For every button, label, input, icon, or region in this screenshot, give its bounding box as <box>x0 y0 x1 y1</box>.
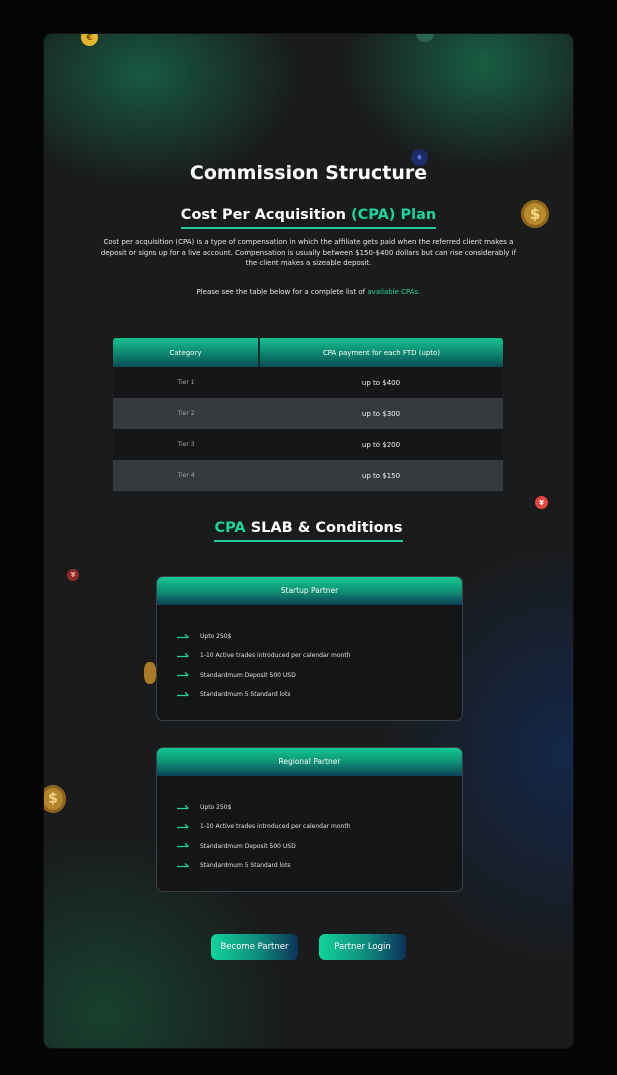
arrow-right-icon <box>177 804 189 809</box>
arrow-right-icon <box>177 862 189 867</box>
condition-text: 1-10 Active trades introduced per calend… <box>200 823 351 831</box>
table-row: Tier 1 up to $400 <box>113 367 503 398</box>
payment-cell: up to $400 <box>259 367 503 398</box>
list-item: Upto 250$ <box>177 627 351 646</box>
arrow-right-icon <box>177 823 189 829</box>
column-header-category: Category <box>113 338 260 367</box>
yen-coin-icon: ¥ <box>535 496 548 509</box>
list-item: Standardmum 5 Standard lots <box>177 856 351 875</box>
column-header-payment: CPA payment for each FTD (upto) <box>259 338 503 367</box>
tier-cell: Tier 3 <box>113 429 259 460</box>
condition-text: Standardmum 5 Standard lots <box>200 691 291 699</box>
slab-heading-main: SLAB & Conditions <box>250 520 403 536</box>
commission-panel: € ♦ $ ¥ ¥ $ Commission Structure Cost Pe… <box>44 34 573 1048</box>
condition-list: Upto 250$ 1-10 Active trades introduced … <box>177 627 351 704</box>
table-note-text: Please see the table below for a complet… <box>196 288 366 296</box>
teal-coin-icon <box>416 34 434 42</box>
arrow-right-icon <box>177 843 189 848</box>
table-header-row: Category CPA payment for each FTD (upto) <box>113 338 503 367</box>
card-title: Startup Partner <box>157 577 462 605</box>
become-partner-button[interactable]: Become Partner <box>211 934 298 960</box>
partner-login-button[interactable]: Partner Login <box>319 934 406 960</box>
condition-text: Standardmum Deposit 500 USD <box>200 671 296 679</box>
startup-partner-card: Startup Partner Upto 250$ 1-10 Active tr… <box>156 576 463 721</box>
table-row: Tier 2 up to $300 <box>113 398 503 429</box>
page-title: Commission Structure <box>189 162 428 184</box>
table-row: Tier 3 up to $200 <box>113 429 503 460</box>
condition-text: Upto 250$ <box>200 633 232 641</box>
payment-cell: up to $150 <box>259 460 503 491</box>
condition-text: Standardmum 5 Standard lots <box>200 862 291 870</box>
arrow-right-icon <box>177 652 189 658</box>
arrow-right-icon <box>177 672 189 677</box>
list-item: Standardmum Deposit 500 USD <box>177 666 351 685</box>
available-cpas-link[interactable]: available CPAs. <box>367 288 420 296</box>
condition-text: 1-10 Active trades introduced per calend… <box>200 652 351 660</box>
table-note: Please see the table below for a complet… <box>44 288 573 296</box>
tier-cell: Tier 4 <box>113 460 259 491</box>
arrow-right-icon <box>177 691 189 696</box>
cpa-plan-heading: Cost Per Acquisition (CPA) Plan <box>44 207 573 229</box>
gold-coin-icon <box>144 662 156 684</box>
yen-coin-icon: ¥ <box>67 569 79 581</box>
table-row: Tier 4 up to $150 <box>113 460 503 491</box>
cpa-heading-accent: (CPA) Plan <box>351 207 437 223</box>
payment-cell: up to $200 <box>259 429 503 460</box>
dollar-coin-icon: $ <box>44 785 66 813</box>
payment-cell: up to $300 <box>259 398 503 429</box>
card-title: Regional Partner <box>157 748 462 776</box>
cpa-heading-main: Cost Per Acquisition <box>180 207 346 223</box>
arrow-right-icon <box>177 633 189 638</box>
list-item: Standardmum 5 Standard lots <box>177 685 351 704</box>
condition-text: Standardmum Deposit 500 USD <box>200 842 296 850</box>
slab-heading-accent: CPA <box>214 520 246 536</box>
condition-text: Upto 250$ <box>200 804 232 812</box>
condition-list: Upto 250$ 1-10 Active trades introduced … <box>177 798 351 875</box>
list-item: Standardmum Deposit 500 USD <box>177 837 351 856</box>
list-item: 1-10 Active trades introduced per calend… <box>177 817 351 836</box>
list-item: 1-10 Active trades introduced per calend… <box>177 646 351 665</box>
slab-conditions-heading: CPA SLAB & Conditions <box>44 520 573 542</box>
regional-partner-card: Regional Partner Upto 250$ 1-10 Active t… <box>156 747 463 892</box>
tier-cell: Tier 1 <box>113 367 259 398</box>
list-item: Upto 250$ <box>177 798 351 817</box>
cpa-table: Category CPA payment for each FTD (upto)… <box>113 338 503 491</box>
tier-cell: Tier 2 <box>113 398 259 429</box>
euro-coin-icon: € <box>81 34 98 46</box>
cpa-intro-text: Cost per acquisition (CPA) is a type of … <box>100 238 517 267</box>
